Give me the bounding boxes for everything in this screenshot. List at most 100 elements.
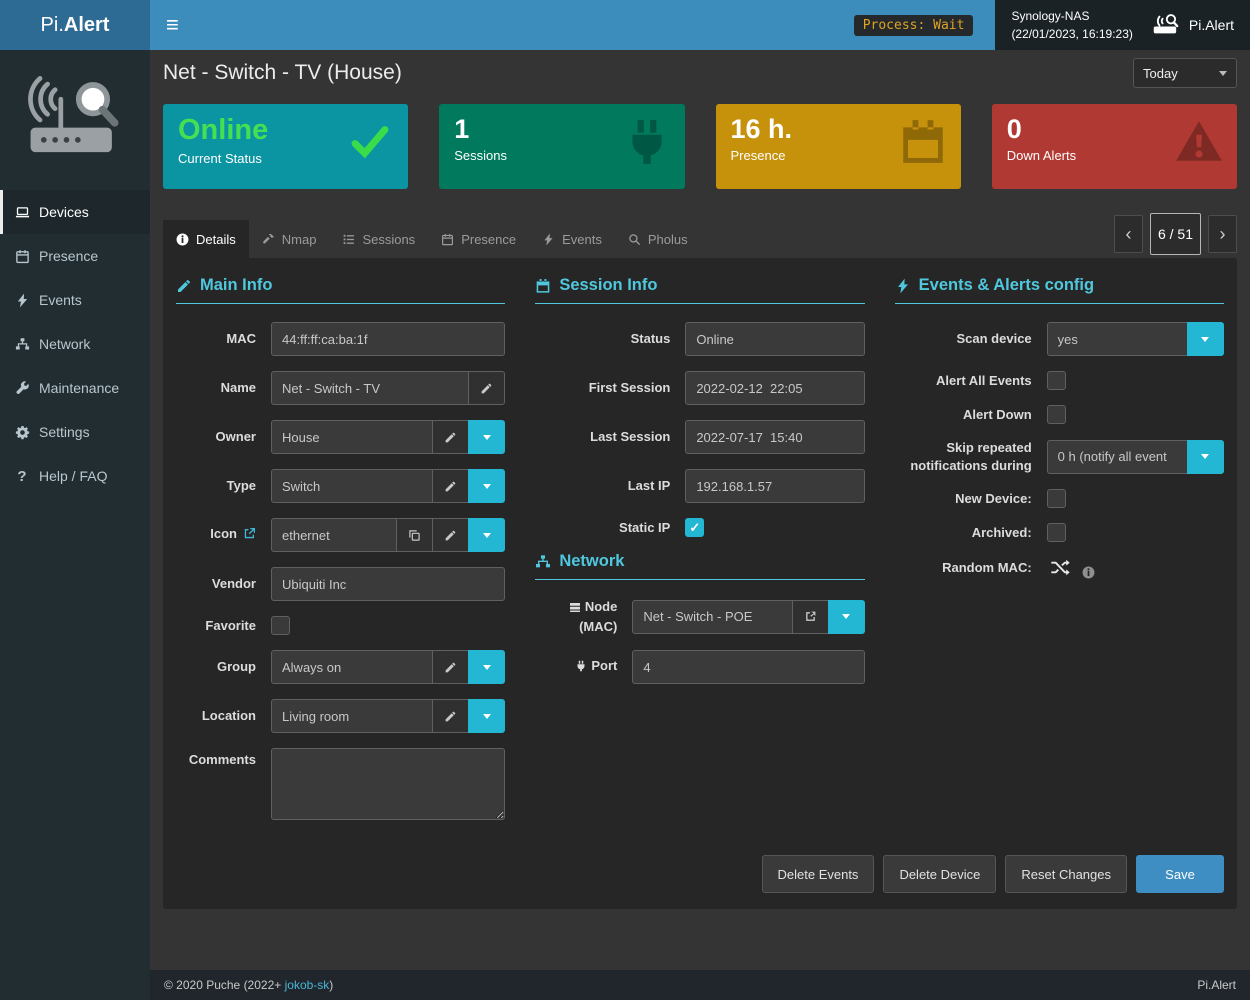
card-current-status: Online Current Status — [163, 104, 408, 189]
host-timestamp: (22/01/2023, 16:19:23) — [1011, 25, 1132, 43]
group-edit-button[interactable] — [432, 650, 469, 684]
external-link-icon[interactable] — [243, 527, 256, 545]
last-session-input[interactable] — [685, 420, 864, 454]
hamburger-icon[interactable]: ≡ — [150, 0, 195, 50]
delete-device-button[interactable]: Delete Device — [883, 855, 996, 893]
next-device-button[interactable]: › — [1208, 215, 1237, 253]
tab-sessions[interactable]: Sessions — [329, 220, 428, 258]
node-dropdown-button[interactable] — [828, 600, 865, 634]
tab-nmap[interactable]: Nmap — [249, 220, 330, 258]
owner-dropdown-button[interactable] — [468, 420, 505, 454]
scan-device-select[interactable]: yes — [1047, 322, 1188, 356]
delete-events-button[interactable]: Delete Events — [762, 855, 875, 893]
sidebar: Devices Presence Events Network Maintena… — [0, 50, 150, 1000]
session-info-header: Session Info — [535, 276, 864, 304]
wrench-icon — [14, 380, 30, 396]
plug-icon — [622, 117, 672, 167]
period-value: Today — [1143, 66, 1178, 81]
open-node-button[interactable] — [792, 600, 829, 634]
laptop-icon — [14, 204, 30, 220]
scan-device-dropdown-button[interactable] — [1187, 322, 1224, 356]
location-edit-button[interactable] — [432, 699, 469, 733]
sidebar-item-maintenance[interactable]: Maintenance — [0, 366, 150, 410]
sidebar-item-help[interactable]: ? Help / FAQ — [0, 454, 150, 498]
tab-events[interactable]: Events — [529, 220, 615, 258]
icon-dropdown-button[interactable] — [468, 518, 505, 552]
jokob-sk-link[interactable]: jokob-sk — [285, 978, 330, 992]
navbar-dark-section: Synology-NAS (22/01/2023, 16:19:23) — [995, 0, 1250, 50]
card-down-alerts: 0 Down Alerts — [992, 104, 1237, 189]
sidebar-item-devices[interactable]: Devices — [0, 190, 150, 234]
topbar: Pi.Alert ≡ Process: Wait Synology-NAS (2… — [0, 0, 1250, 50]
new-device-label: New Device: — [895, 490, 1047, 508]
network-header: Network — [535, 552, 864, 580]
bolt-icon — [14, 292, 30, 308]
port-row: Port — [535, 650, 864, 684]
pialert-router-icon — [23, 74, 127, 166]
tab-label: Nmap — [282, 232, 317, 247]
sidebar-item-label: Devices — [39, 204, 89, 220]
sidebar-menu: Devices Presence Events Network Maintena… — [0, 190, 150, 498]
new-device-checkbox[interactable] — [1047, 489, 1066, 508]
tab-label: Details — [196, 232, 236, 247]
node-mac-input[interactable] — [632, 600, 792, 634]
app-logo[interactable]: Pi.Alert — [0, 0, 150, 50]
calendar-icon — [535, 278, 551, 294]
question-icon: ? — [14, 468, 30, 484]
mac-input[interactable] — [271, 322, 505, 356]
hammer-icon — [262, 233, 275, 246]
name-edit-button[interactable] — [468, 371, 505, 405]
name-input[interactable] — [271, 371, 469, 405]
comments-textarea[interactable] — [271, 748, 505, 820]
tab-label: Sessions — [362, 232, 415, 247]
info-circle-icon — [176, 233, 189, 246]
icon-edit-button[interactable] — [432, 518, 469, 552]
alert-down-row: Alert Down — [895, 405, 1224, 424]
skip-notifications-select[interactable]: 0 h (notify all event — [1047, 440, 1188, 474]
section-title: Session Info — [559, 276, 657, 295]
tab-pholus[interactable]: Pholus — [615, 220, 701, 258]
archived-checkbox[interactable] — [1047, 523, 1066, 542]
sidebar-item-network[interactable]: Network — [0, 322, 150, 366]
comments-label: Comments — [176, 748, 271, 769]
alert-all-events-checkbox[interactable] — [1047, 371, 1066, 390]
sidebar-item-presence[interactable]: Presence — [0, 234, 150, 278]
static-ip-checkbox[interactable] — [685, 518, 704, 537]
owner-edit-button[interactable] — [432, 420, 469, 454]
icon-copy-button[interactable] — [396, 518, 433, 552]
type-dropdown-button[interactable] — [468, 469, 505, 503]
alert-down-label: Alert Down — [895, 406, 1047, 424]
sidebar-item-settings[interactable]: Settings — [0, 410, 150, 454]
period-select[interactable]: Today — [1133, 58, 1237, 88]
group-input[interactable] — [271, 650, 433, 684]
check-icon — [345, 120, 395, 162]
type-edit-button[interactable] — [432, 469, 469, 503]
pager-position: 6 / 51 — [1150, 213, 1201, 255]
favorite-checkbox[interactable] — [271, 616, 290, 635]
prev-device-button[interactable]: ‹ — [1114, 215, 1143, 253]
group-dropdown-button[interactable] — [468, 650, 505, 684]
owner-input[interactable] — [271, 420, 433, 454]
sidebar-item-events[interactable]: Events — [0, 278, 150, 322]
alert-all-events-label: Alert All Events — [895, 372, 1047, 390]
save-button[interactable]: Save — [1136, 855, 1224, 893]
info-icon[interactable] — [1082, 566, 1095, 579]
alert-down-checkbox[interactable] — [1047, 405, 1066, 424]
last-ip-input[interactable] — [685, 469, 864, 503]
main-content: Net - Switch - TV (House) Today Online C… — [150, 50, 1250, 970]
tab-presence[interactable]: Presence — [428, 220, 529, 258]
location-dropdown-button[interactable] — [468, 699, 505, 733]
first-session-input[interactable] — [685, 371, 864, 405]
user-menu[interactable]: Pi.Alert — [1151, 13, 1234, 38]
reset-changes-button[interactable]: Reset Changes — [1005, 855, 1127, 893]
skip-notifications-dropdown-button[interactable] — [1187, 440, 1224, 474]
status-input[interactable] — [685, 322, 864, 356]
type-input[interactable] — [271, 469, 433, 503]
details-panel: Main Info MAC Name Owner — [163, 258, 1237, 909]
sidebar-item-label: Help / FAQ — [39, 468, 107, 484]
location-input[interactable] — [271, 699, 433, 733]
icon-input[interactable] — [271, 518, 397, 552]
tab-details[interactable]: Details — [163, 220, 249, 258]
vendor-input[interactable] — [271, 567, 505, 601]
port-input[interactable] — [632, 650, 864, 684]
